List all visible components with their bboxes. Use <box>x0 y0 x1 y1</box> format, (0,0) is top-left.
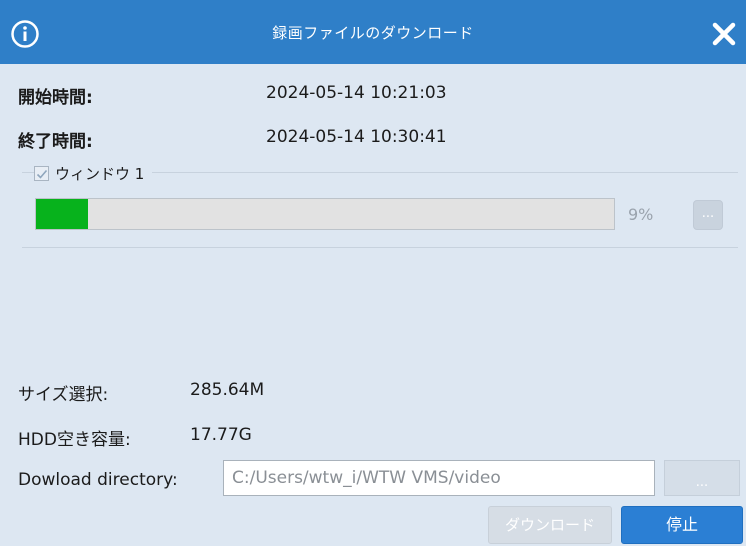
progress-percent: 9% <box>628 205 654 224</box>
download-button[interactable]: ダウンロード <box>488 506 612 544</box>
hdd-free-value: 17.77G <box>190 425 252 445</box>
size-value: 285.64M <box>190 380 265 400</box>
size-label: サイズ選択: <box>18 385 109 405</box>
download-progress-bar <box>35 198 615 230</box>
dialog-title: 録画ファイルのダウンロード <box>272 24 474 42</box>
hdd-free-label: HDD空き容量: <box>18 430 131 450</box>
download-directory-label: Dowload directory: <box>18 470 178 490</box>
close-icon[interactable] <box>712 22 736 46</box>
start-time-label: 開始時間: <box>18 88 93 108</box>
check-icon <box>36 169 48 179</box>
start-time-value: 2024-05-14 10:21:03 <box>266 83 447 103</box>
download-directory-input[interactable]: C:/Users/wtw_i/WTW VMS/video <box>223 460 655 496</box>
stop-button[interactable]: 停止 <box>621 506 743 544</box>
window-checkbox-row[interactable]: ウィンドウ 1 <box>34 162 153 184</box>
end-time-label: 終了時間: <box>18 132 93 152</box>
end-time-value: 2024-05-14 10:30:41 <box>266 127 447 147</box>
window-checkbox-label: ウィンドウ 1 <box>55 164 145 183</box>
browse-directory-button[interactable]: ... <box>664 460 740 496</box>
window-options-button[interactable]: ... <box>693 200 723 230</box>
title-bar[interactable]: 録画ファイルのダウンロード <box>0 0 746 64</box>
download-dialog: 録画ファイルのダウンロード 開始時間: 2024-05-14 10:21:03 … <box>0 0 746 546</box>
progress-fill <box>36 199 89 229</box>
window-checkbox[interactable] <box>34 165 49 181</box>
